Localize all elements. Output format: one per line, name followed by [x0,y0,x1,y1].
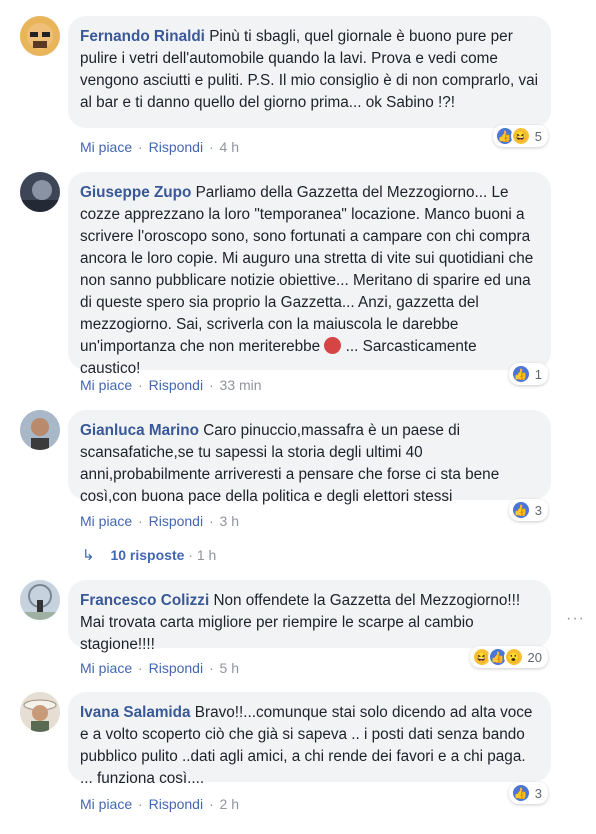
reaction-count: 5 [534,128,542,144]
avatar-photo-icon [20,172,60,212]
separator: · [208,660,214,676]
comment-bubble: Giuseppe Zupo Parliamo della Gazzetta de… [68,172,551,377]
avatar[interactable] [20,16,60,56]
replies-count-link[interactable]: 10 risposte [110,547,184,563]
avatar-photo-icon [20,580,60,620]
haha-icon: 😆 [510,126,531,146]
avatar[interactable] [20,172,60,212]
reaction-count: 1 [534,366,542,382]
comment-actions: Mi piace · Rispondi · 33 min [80,376,262,394]
comment-timestamp[interactable]: 5 h [220,660,239,676]
reactions-summary[interactable]: 😆 👍 😮 20 [469,646,548,668]
reactions-summary[interactable]: 👍 1 [508,363,548,385]
like-link[interactable]: Mi piace [80,139,132,155]
separator: · [208,796,214,812]
comment-timestamp[interactable]: 2 h [220,796,239,812]
comment-timestamp[interactable]: 33 min [220,377,262,393]
comment-text: Parliamo della Gazzetta del Mezzogiorno.… [80,184,534,355]
reply-link[interactable]: Rispondi [149,139,203,155]
reactions-summary[interactable]: 👍 3 [508,782,548,804]
avatar[interactable] [20,410,60,450]
wow-icon: 😮 [503,647,524,667]
like-link[interactable]: Mi piace [80,796,132,812]
comment-actions: Mi piace · Rispondi · 2 h [80,795,239,813]
separator: · [208,377,214,393]
like-icon: 👍 [510,364,531,384]
separator: · [138,796,143,812]
like-link[interactable]: Mi piace [80,377,132,393]
replies-timestamp: 1 h [196,547,217,563]
comment-bubble: Francesco Colizzi Non offendete la Gazze… [68,580,551,653]
comment-timestamp[interactable]: 3 h [220,513,239,529]
reply-link[interactable]: Rispondi [149,796,203,812]
comment-bubble: Ivana Salamida Bravo!!...comunque stai s… [68,692,551,787]
separator: · [208,513,214,529]
comment-bubble: Gianluca Marino Caro pinuccio,massafra è… [68,410,551,505]
separator: · [208,139,214,155]
separator: · [138,660,143,676]
reply-arrow-icon: ↳ [82,547,95,564]
like-icon: 👍 [510,500,531,520]
separator: · [138,377,143,393]
comment-actions: Mi piace · Rispondi · 5 h [80,659,239,677]
reply-link[interactable]: Rispondi [149,660,203,676]
like-link[interactable]: Mi piace [80,660,132,676]
separator: · [188,547,193,563]
comment-actions: Mi piace · Rispondi · 4 h [80,138,239,156]
comment-author[interactable]: Giuseppe Zupo [80,184,191,201]
reply-link[interactable]: Rispondi [149,377,203,393]
separator: · [138,139,143,155]
reaction-count: 3 [534,785,542,801]
comment-timestamp[interactable]: 4 h [220,139,239,155]
comment-author[interactable]: Francesco Colizzi [80,592,209,609]
avatar-photo-icon [20,410,60,450]
avatar-photo-icon [20,692,60,732]
comment-actions: Mi piace · Rispondi · 3 h [80,512,239,530]
more-options-icon[interactable]: ··· [566,610,585,628]
view-replies[interactable]: ↳ 10 risposte · 1 h [82,545,216,566]
comment-bubble: Fernando Rinaldi Pinù ti sbagli, quel gi… [68,16,551,128]
comment-author[interactable]: Gianluca Marino [80,422,199,439]
comment-author[interactable]: Fernando Rinaldi [80,28,205,45]
reactions-summary[interactable]: 👍 😆 5 [492,125,548,147]
avatar[interactable] [20,692,60,732]
separator: · [138,513,143,529]
like-link[interactable]: Mi piace [80,513,132,529]
comment-author[interactable]: Ivana Salamida [80,704,191,721]
reactions-summary[interactable]: 👍 3 [508,499,548,521]
like-icon: 👍 [510,783,531,803]
avatar[interactable] [20,580,60,620]
devil-emoji-icon [324,337,342,354]
avatar-cartoon-icon [20,16,60,56]
reaction-count: 3 [534,502,542,518]
reaction-count: 20 [527,649,542,665]
reply-link[interactable]: Rispondi [149,513,203,529]
